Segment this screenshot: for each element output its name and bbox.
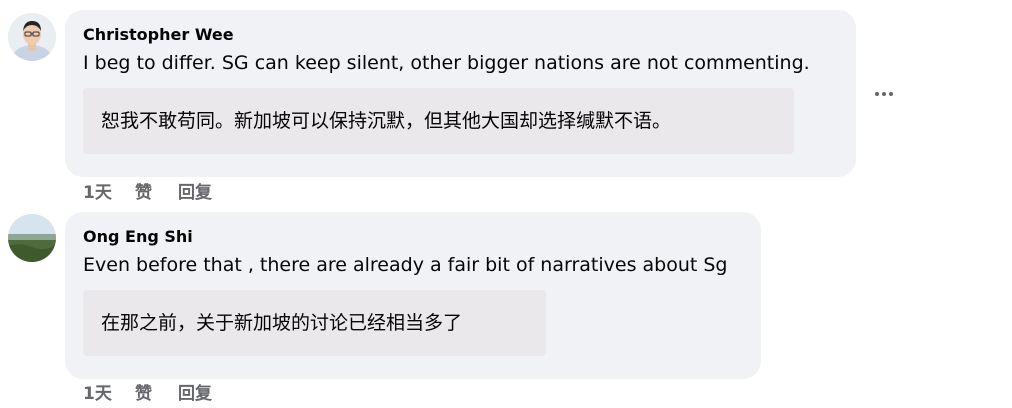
- comment-timestamp[interactable]: 1天: [83, 182, 112, 204]
- comment-translation: 恕我不敢苟同。新加坡可以保持沉默，但其他大国却选择缄默不语。: [83, 88, 794, 154]
- comment-text: I beg to differ. SG can keep silent, oth…: [83, 52, 810, 74]
- person-avatar-icon: [8, 13, 56, 61]
- comment-bubble: Christopher Wee I beg to differ. SG can …: [65, 10, 856, 177]
- reply-button[interactable]: 回复: [178, 182, 212, 204]
- comment-translation: 在那之前，关于新加坡的讨论已经相当多了: [83, 290, 546, 356]
- comment-text: Even before that , there are already a f…: [83, 254, 728, 276]
- comment-timestamp[interactable]: 1天: [83, 383, 112, 405]
- more-options-button[interactable]: [872, 84, 898, 104]
- commenter-avatar[interactable]: [8, 214, 56, 262]
- comment-author-name[interactable]: Ong Eng Shi: [83, 226, 193, 248]
- landscape-avatar-icon: [8, 214, 56, 262]
- like-button[interactable]: 赞: [135, 383, 152, 405]
- comment-author-name[interactable]: Christopher Wee: [83, 24, 234, 46]
- like-button[interactable]: 赞: [135, 182, 152, 204]
- commenter-avatar[interactable]: [8, 13, 56, 61]
- more-horizontal-icon: [875, 92, 893, 96]
- comment-bubble: Ong Eng Shi Even before that , there are…: [65, 212, 761, 379]
- comment-translation-text: 恕我不敢苟同。新加坡可以保持沉默，但其他大国却选择缄默不语。: [101, 110, 672, 132]
- comment-translation-text: 在那之前，关于新加坡的讨论已经相当多了: [101, 312, 463, 334]
- reply-button[interactable]: 回复: [178, 383, 212, 405]
